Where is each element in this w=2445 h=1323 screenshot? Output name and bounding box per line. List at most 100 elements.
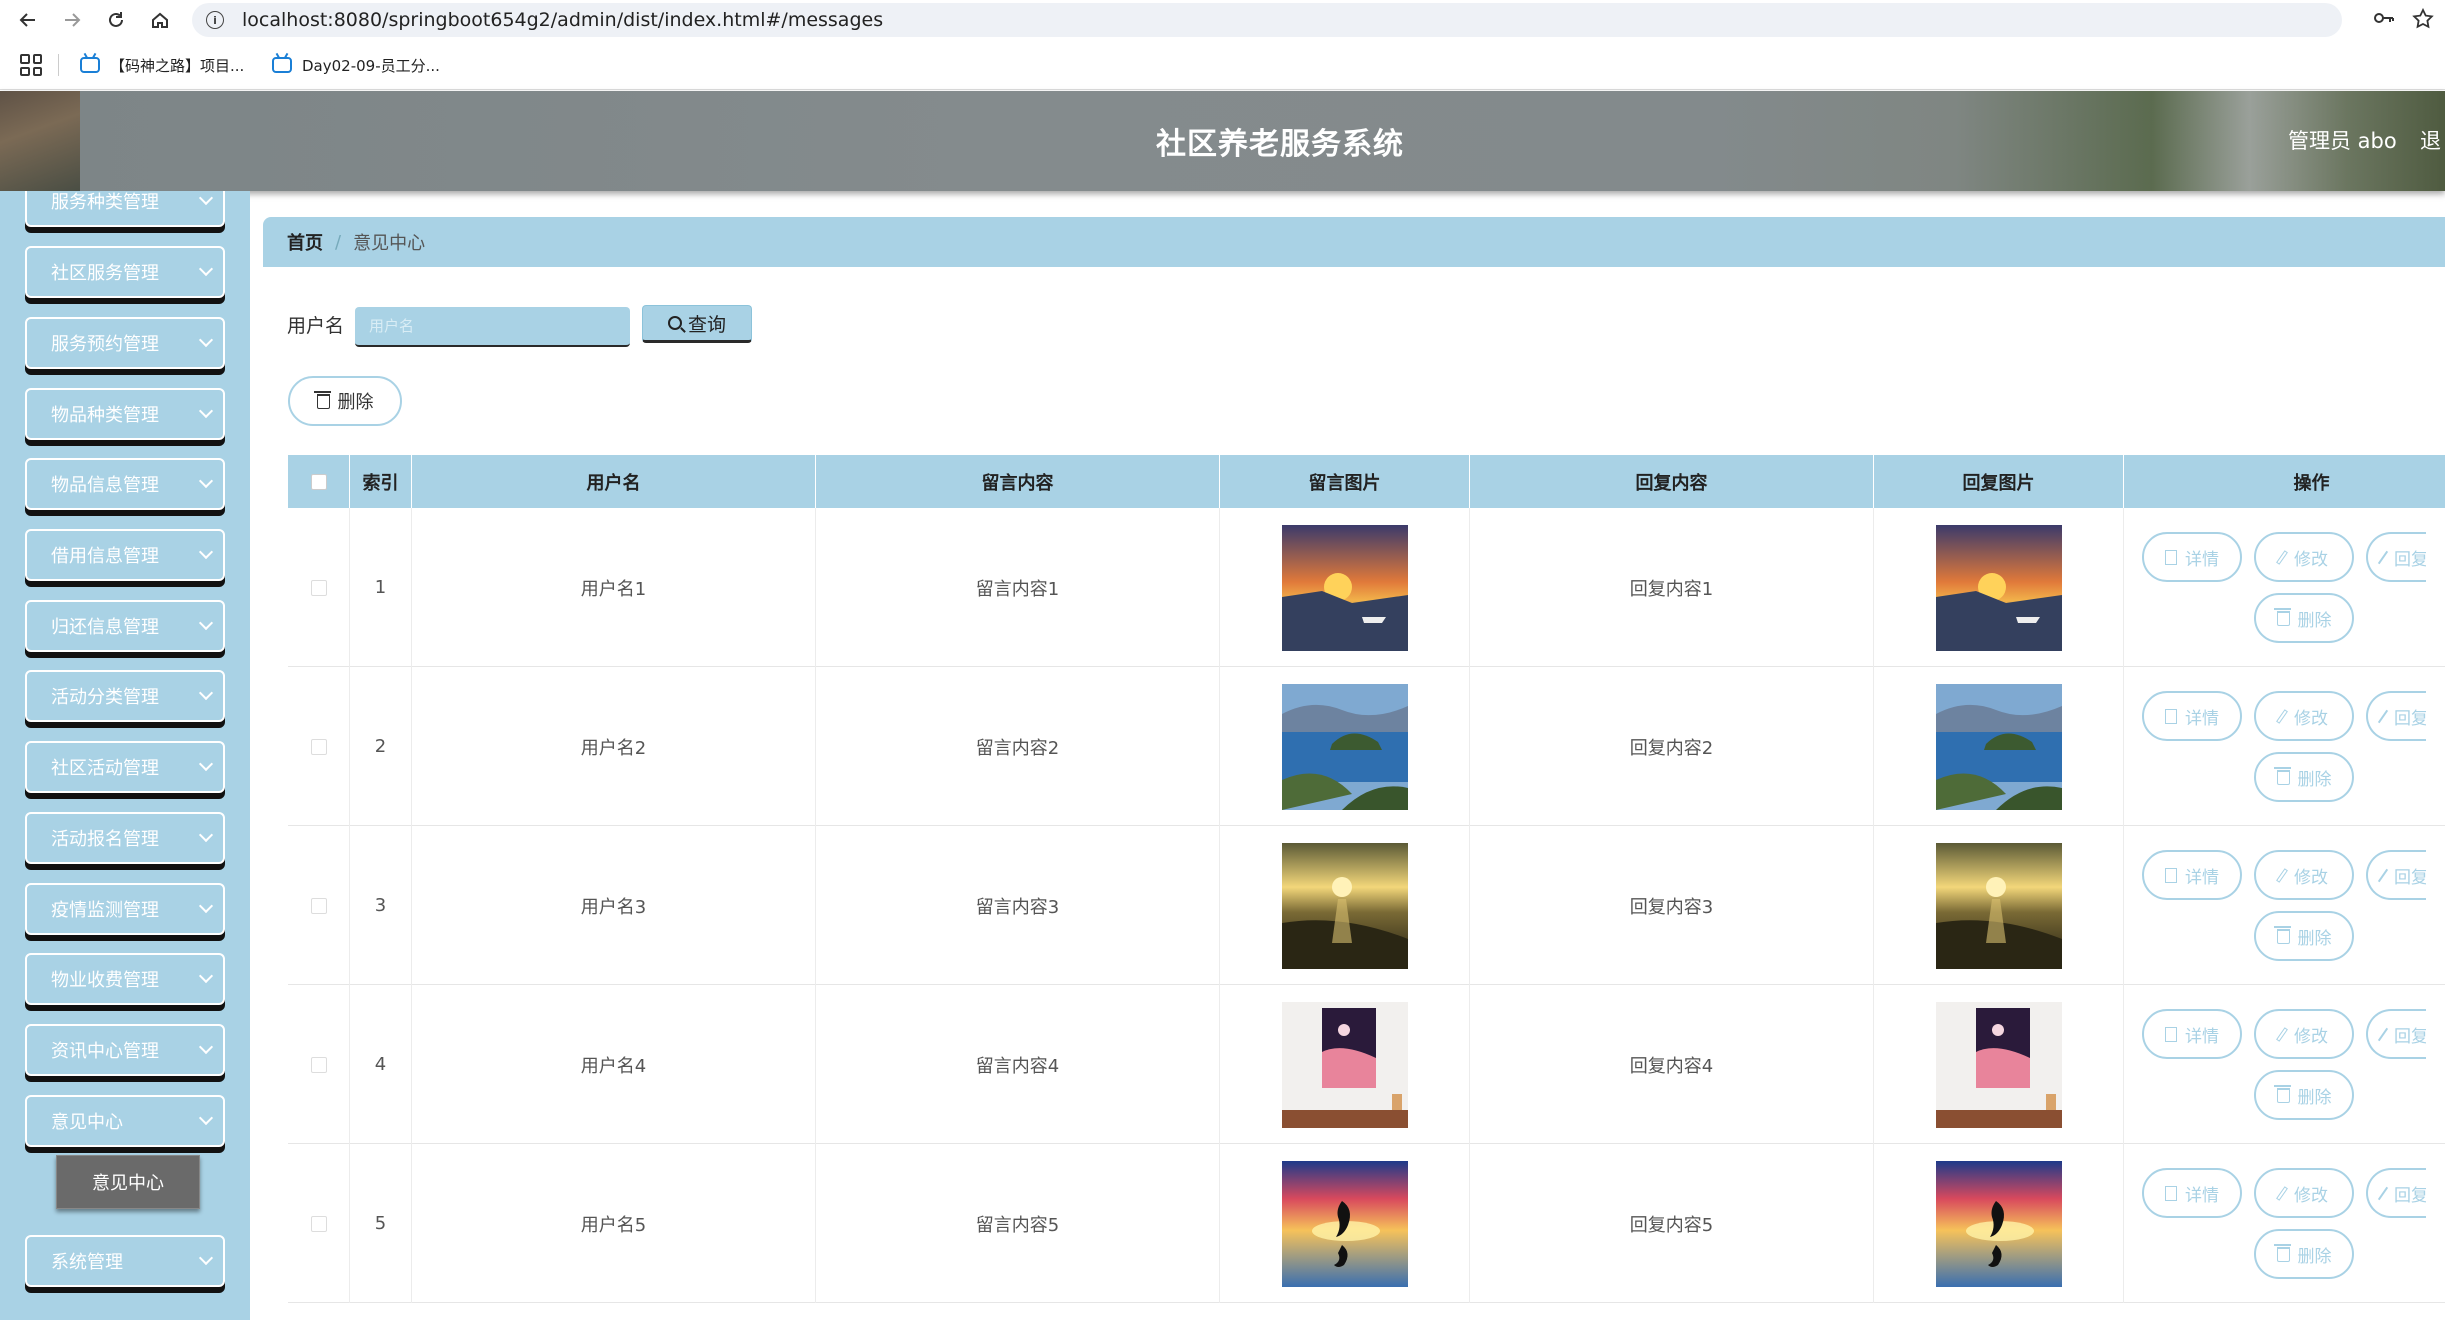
sidebar-item-label: 疫情监测管理	[51, 900, 159, 921]
message-image[interactable]	[1281, 842, 1408, 969]
breadcrumb-home[interactable]: 首页	[287, 229, 323, 255]
pencil-icon	[2377, 550, 2389, 564]
sidebar-item-community-service[interactable]: 社区服务管理	[25, 246, 225, 298]
message-image[interactable]	[1281, 1001, 1408, 1128]
row-checkbox[interactable]	[310, 1215, 327, 1232]
username-cell: 用户名1	[412, 508, 816, 667]
sidebar-item-news[interactable]: 资讯中心管理	[25, 1024, 225, 1076]
reply-image[interactable]	[1935, 842, 2062, 969]
sidebar-item-epidemic[interactable]: 疫情监测管理	[25, 883, 225, 935]
row-checkbox[interactable]	[310, 738, 327, 755]
detail-button[interactable]: 详情	[2142, 1009, 2242, 1059]
detail-button[interactable]: 详情	[2142, 532, 2242, 582]
reply-image[interactable]	[1935, 683, 2062, 810]
app-header: 社区养老服务系统 管理员 abo 退	[0, 91, 2445, 191]
sidebar-item-feedback[interactable]: 意见中心	[25, 1095, 225, 1147]
sidebar-item-goods-info[interactable]: 物品信息管理	[25, 458, 225, 510]
bookmark-star-icon[interactable]	[2412, 7, 2434, 35]
row-checkbox[interactable]	[310, 897, 327, 914]
reply-image[interactable]	[1935, 1001, 2062, 1128]
breadcrumb: 首页 / 意见中心	[263, 217, 2445, 267]
edit-button[interactable]: 修改	[2254, 850, 2354, 900]
sidebar-subitem-feedback[interactable]: 意见中心	[56, 1155, 200, 1209]
row-delete-button[interactable]: 删除	[2254, 1070, 2354, 1120]
detail-button[interactable]: 详情	[2142, 1168, 2242, 1218]
reply-image-cell	[1874, 985, 2124, 1144]
sidebar-item-return[interactable]: 归还信息管理	[25, 600, 225, 652]
document-icon	[2165, 1026, 2177, 1042]
edit-button[interactable]: 修改	[2254, 1009, 2354, 1059]
pencil-icon	[2377, 868, 2389, 882]
site-info-icon[interactable]: i	[206, 11, 224, 29]
query-button-label: 查询	[687, 313, 726, 336]
batch-delete-button[interactable]: 删除	[288, 376, 402, 426]
bookmark-item-1[interactable]: 【码神之路】项目...	[80, 52, 244, 78]
chevron-down-icon	[198, 332, 214, 348]
logout-link[interactable]: 退	[2420, 125, 2441, 155]
sidebar-item-community-activity[interactable]: 社区活动管理	[25, 741, 225, 793]
row-checkbox[interactable]	[310, 579, 327, 596]
sidebar-item-borrow[interactable]: 借用信息管理	[25, 529, 225, 581]
sidebar-item-activity-category[interactable]: 活动分类管理	[25, 670, 225, 722]
reply-button[interactable]: 回复	[2366, 850, 2426, 900]
home-icon[interactable]	[146, 6, 174, 34]
sidebar-item-appointment[interactable]: 服务预约管理	[25, 317, 225, 369]
row-delete-button[interactable]: 删除	[2254, 1229, 2354, 1279]
message-image[interactable]	[1281, 524, 1408, 651]
sidebar-item-property-fee[interactable]: 物业收费管理	[25, 953, 225, 1005]
edit-button[interactable]: 修改	[2254, 1168, 2354, 1218]
delete-label: 删除	[2297, 1246, 2332, 1267]
back-icon[interactable]	[14, 6, 42, 34]
row-delete-button[interactable]: 删除	[2254, 593, 2354, 643]
reply-cell: 回复内容4	[1470, 985, 1874, 1144]
checkbox-cell	[288, 667, 350, 826]
select-all-checkbox[interactable]	[310, 473, 327, 490]
reply-image[interactable]	[1935, 524, 2062, 651]
forward-icon[interactable]	[58, 6, 86, 34]
row-delete-button[interactable]: 删除	[2254, 752, 2354, 802]
reply-cell: 回复内容2	[1470, 667, 1874, 826]
reply-button[interactable]: 回复	[2366, 532, 2426, 582]
sidebar-item-goods-type[interactable]: 物品种类管理	[25, 388, 225, 440]
detail-button[interactable]: 详情	[2142, 691, 2242, 741]
pencil-icon	[2276, 1185, 2288, 1201]
bookmark-item-2[interactable]: Day02-09-员工分...	[272, 52, 440, 78]
sidebar-item-label: 活动报名管理	[51, 829, 159, 850]
column-header: 回复内容	[1470, 455, 1874, 508]
detail-button[interactable]: 详情	[2142, 850, 2242, 900]
sidebar-item-label: 归还信息管理	[51, 617, 159, 638]
sidebar-item-service-type[interactable]: 服务种类管理	[25, 191, 225, 227]
reply-image[interactable]	[1935, 1160, 2062, 1287]
sidebar-item-label: 活动分类管理	[51, 687, 159, 708]
message-image[interactable]	[1281, 1160, 1408, 1287]
sidebar-item-system[interactable]: 系统管理	[25, 1235, 225, 1287]
row-checkbox[interactable]	[310, 1056, 327, 1073]
index-cell: 4	[350, 985, 412, 1144]
reply-button[interactable]: 回复	[2366, 691, 2426, 741]
sidebar-item-activity-signup[interactable]: 活动报名管理	[25, 812, 225, 864]
trash-icon	[2273, 1243, 2291, 1262]
row-delete-button[interactable]: 删除	[2254, 911, 2354, 961]
sidebar-item-label: 物业收费管理	[51, 970, 159, 991]
reply-label: 回复	[2394, 1026, 2426, 1047]
edit-button[interactable]: 修改	[2254, 532, 2354, 582]
edit-button[interactable]: 修改	[2254, 691, 2354, 741]
message-image[interactable]	[1281, 683, 1408, 810]
password-key-icon[interactable]	[2372, 8, 2396, 33]
address-bar[interactable]: i localhost:8080/springboot654g2/admin/d…	[192, 3, 2342, 37]
reply-image-cell	[1874, 508, 2124, 667]
index-cell: 5	[350, 1144, 412, 1303]
row-content: 留言内容2	[975, 737, 1060, 759]
query-button[interactable]: 查询	[642, 305, 752, 343]
search-input[interactable]	[355, 307, 630, 347]
apps-grid-icon[interactable]	[20, 54, 42, 76]
reload-icon[interactable]	[102, 6, 130, 34]
document-icon	[2165, 549, 2177, 565]
reply-button[interactable]: 回复	[2366, 1168, 2426, 1218]
content-cell: 留言内容3	[816, 826, 1220, 985]
column-header: 回复图片	[1874, 455, 2124, 508]
bilibili-icon	[272, 57, 292, 73]
trash-icon	[2273, 1084, 2291, 1103]
reply-button[interactable]: 回复	[2366, 1009, 2426, 1059]
trash-icon	[2273, 766, 2291, 785]
